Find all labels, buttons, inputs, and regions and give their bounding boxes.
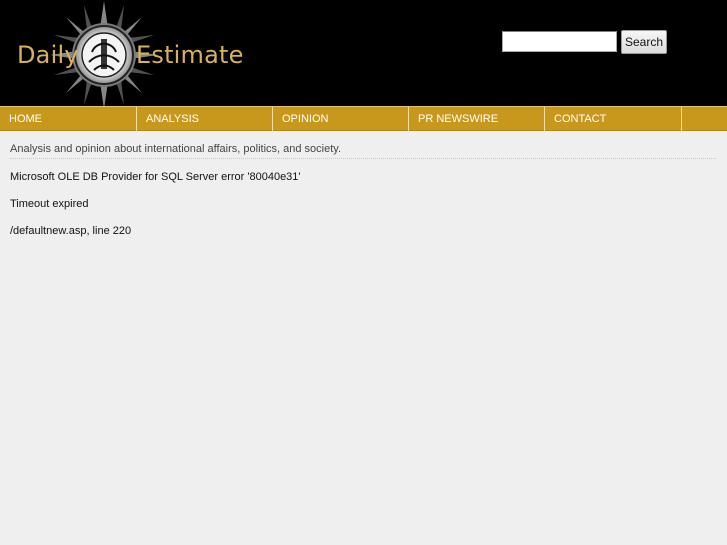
nav-contact[interactable]: CONTACT: [545, 107, 682, 131]
site-tagline: Analysis and opinion about international…: [10, 142, 716, 159]
nav-opinion[interactable]: OPINION: [273, 107, 409, 131]
error-line-2: Timeout expired: [10, 198, 89, 210]
nav-pr-newswire[interactable]: PR NEWSWIRE: [409, 107, 545, 131]
error-line-3: /defaultnew.asp, line 220: [10, 225, 132, 237]
site-logo[interactable]: Daily Estimate: [0, 0, 243, 106]
nav-home[interactable]: HOME: [0, 107, 137, 131]
logo-text-left: Daily: [17, 41, 79, 69]
site-header: Daily Estimate Search: [0, 0, 727, 106]
search-button[interactable]: Search: [621, 30, 667, 54]
error-message-block: Microsoft OLE DB Provider for SQL Server…: [10, 170, 716, 251]
search-input[interactable]: [502, 31, 617, 52]
logo-text-right: Estimate: [136, 41, 244, 69]
error-line-1: Microsoft OLE DB Provider for SQL Server…: [10, 171, 301, 183]
nav-analysis[interactable]: ANALYSIS: [137, 107, 273, 131]
main-nav: HOME ANALYSIS OPINION PR NEWSWIRE CONTAC…: [0, 106, 727, 131]
